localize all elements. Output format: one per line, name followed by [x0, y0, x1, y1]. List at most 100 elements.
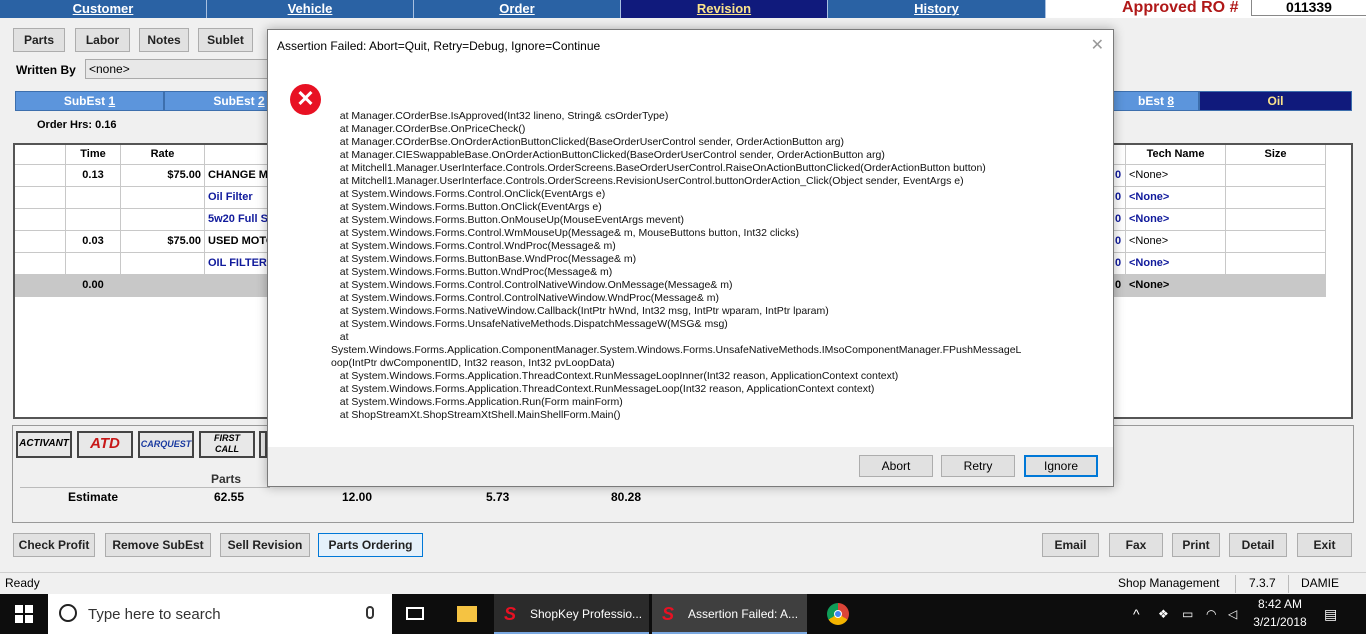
estimate-tax-value: 5.73 — [486, 490, 510, 504]
row-tech[interactable]: <None> — [1126, 253, 1226, 275]
grid-header-tech-name: Tech Name — [1126, 145, 1226, 165]
top-tab-bar: Customer Vehicle Order Revision History — [0, 0, 1046, 18]
check-profit-button[interactable]: Check Profit — [13, 533, 95, 557]
parts-ordering-button[interactable]: Parts Ordering — [318, 533, 423, 557]
vendor-logo-partial[interactable] — [259, 431, 267, 458]
row-rate — [121, 275, 205, 297]
row-qty: 0 — [1112, 275, 1126, 297]
print-button[interactable]: Print — [1172, 533, 1220, 557]
detail-button[interactable]: Detail — [1229, 533, 1287, 557]
email-button[interactable]: Email — [1042, 533, 1099, 557]
taskbar-search-box[interactable]: Type here to search — [48, 594, 392, 634]
approved-ro-label: Approved RO # — [1122, 0, 1239, 16]
parts-button[interactable]: Parts — [13, 28, 65, 52]
row-size — [1226, 253, 1326, 275]
remove-subest-button[interactable]: Remove SubEst — [105, 533, 211, 557]
subest-8-prefix: bEst — [1137, 94, 1168, 108]
tab-history[interactable]: History — [828, 0, 1046, 18]
carquest-logo-button[interactable]: CARQUEST — [138, 431, 194, 458]
tab-customer[interactable]: Customer — [0, 0, 207, 18]
first-call-logo-button[interactable]: FIRST CALL — [199, 431, 255, 458]
row-tech[interactable]: <None> — [1126, 187, 1226, 209]
file-explorer-icon[interactable] — [450, 594, 484, 634]
row-size — [1226, 275, 1326, 297]
clock[interactable]: 8:42 AM 3/21/2018 — [1250, 594, 1310, 634]
volume-icon[interactable]: ◁ — [1228, 594, 1237, 634]
row-tech[interactable]: <None> — [1126, 209, 1226, 231]
subest-2-prefix: SubEst — [213, 94, 258, 108]
row-rate: $75.00 — [121, 165, 205, 187]
clock-time: 8:42 AM — [1257, 597, 1303, 611]
row-tech[interactable]: <None> — [1126, 165, 1226, 187]
ignore-button[interactable]: Ignore — [1024, 455, 1098, 477]
table-row[interactable] — [15, 275, 66, 297]
table-row[interactable] — [15, 209, 66, 231]
taskbar-app-shopkey-label: ShopKey Professio... — [530, 607, 643, 621]
status-module: Shop Management — [1118, 576, 1220, 590]
written-by-select[interactable]: <none> — [85, 59, 270, 79]
row-size — [1226, 231, 1326, 253]
row-rate — [121, 187, 205, 209]
tab-revision[interactable]: Revision — [621, 0, 828, 18]
dropbox-icon[interactable]: ❖ — [1158, 594, 1169, 634]
row-qty: 0 — [1112, 209, 1126, 231]
tab-subest-1[interactable]: SubEst 1 — [15, 91, 164, 111]
table-row[interactable] — [15, 165, 66, 187]
row-qty: 0 — [1112, 187, 1126, 209]
dialog-title: Assertion Failed: Abort=Quit, Retry=Debu… — [277, 39, 601, 53]
wifi-icon[interactable]: ◠ — [1206, 594, 1216, 634]
grid-header-desc — [205, 145, 269, 165]
notes-button[interactable]: Notes — [139, 28, 189, 52]
row-tech[interactable]: <None> — [1126, 275, 1226, 297]
grid-header-time: Time — [66, 145, 121, 165]
shopkey-icon: S — [504, 604, 517, 624]
row-time — [66, 187, 121, 209]
tab-oil[interactable]: Oil — [1199, 91, 1352, 111]
taskbar-app-assertion[interactable]: S Assertion Failed: A... — [652, 594, 807, 634]
table-row[interactable] — [15, 187, 66, 209]
status-separator — [1288, 575, 1289, 593]
estimate-labor-value: 12.00 — [342, 490, 373, 504]
sublet-button[interactable]: Sublet — [198, 28, 253, 52]
chevron-up-icon[interactable]: ^ — [1133, 594, 1140, 634]
grid-header-rate: Rate — [121, 145, 205, 165]
row-time — [66, 253, 121, 275]
windows-taskbar: Type here to search S ShopKey Professio.… — [0, 594, 1366, 634]
row-description: USED MOTO — [205, 231, 269, 253]
atd-logo-button[interactable]: ATD — [77, 431, 133, 458]
approved-ro-panel: Approved RO # 011339 — [1046, 0, 1366, 18]
search-placeholder: Type here to search — [88, 606, 221, 623]
sell-revision-button[interactable]: Sell Revision — [220, 533, 310, 557]
table-row[interactable] — [15, 253, 66, 275]
fax-button[interactable]: Fax — [1109, 533, 1163, 557]
abort-button[interactable]: Abort — [859, 455, 933, 477]
battery-icon[interactable]: ▭ — [1182, 594, 1193, 634]
tab-subest-8[interactable]: bEst 8 — [1113, 91, 1199, 111]
subest-1-number: 1 — [108, 94, 116, 108]
notification-icon[interactable]: ▤ — [1324, 594, 1337, 634]
grid-header-qty — [1112, 145, 1126, 165]
close-icon[interactable]: ✕ — [1091, 35, 1104, 55]
task-view-icon[interactable] — [400, 594, 432, 634]
status-version: 7.3.7 — [1249, 576, 1276, 590]
taskbar-app-assertion-label: Assertion Failed: A... — [688, 607, 799, 621]
table-row[interactable] — [15, 231, 66, 253]
activant-logo-button[interactable]: ACTIVANT — [16, 431, 72, 458]
dialog-button-bar: Abort Retry Ignore — [268, 447, 1113, 486]
stack-trace-text: at Manager.COrderBse.IsApproved(Int32 li… — [331, 110, 1022, 421]
estimate-label: Estimate — [68, 490, 119, 504]
tab-order[interactable]: Order — [414, 0, 621, 18]
taskbar-app-shopkey[interactable]: S ShopKey Professio... — [494, 594, 649, 634]
start-button[interactable] — [0, 594, 48, 634]
row-tech[interactable]: <None> — [1126, 231, 1226, 253]
status-text: Ready — [5, 576, 40, 590]
microphone-icon[interactable] — [366, 606, 374, 619]
grid-header-size: Size — [1226, 145, 1326, 165]
row-rate — [121, 209, 205, 231]
chrome-icon[interactable] — [820, 594, 856, 634]
labor-button[interactable]: Labor — [75, 28, 130, 52]
row-rate: $75.00 — [121, 231, 205, 253]
exit-button[interactable]: Exit — [1297, 533, 1352, 557]
tab-vehicle[interactable]: Vehicle — [207, 0, 414, 18]
retry-button[interactable]: Retry — [941, 455, 1015, 477]
